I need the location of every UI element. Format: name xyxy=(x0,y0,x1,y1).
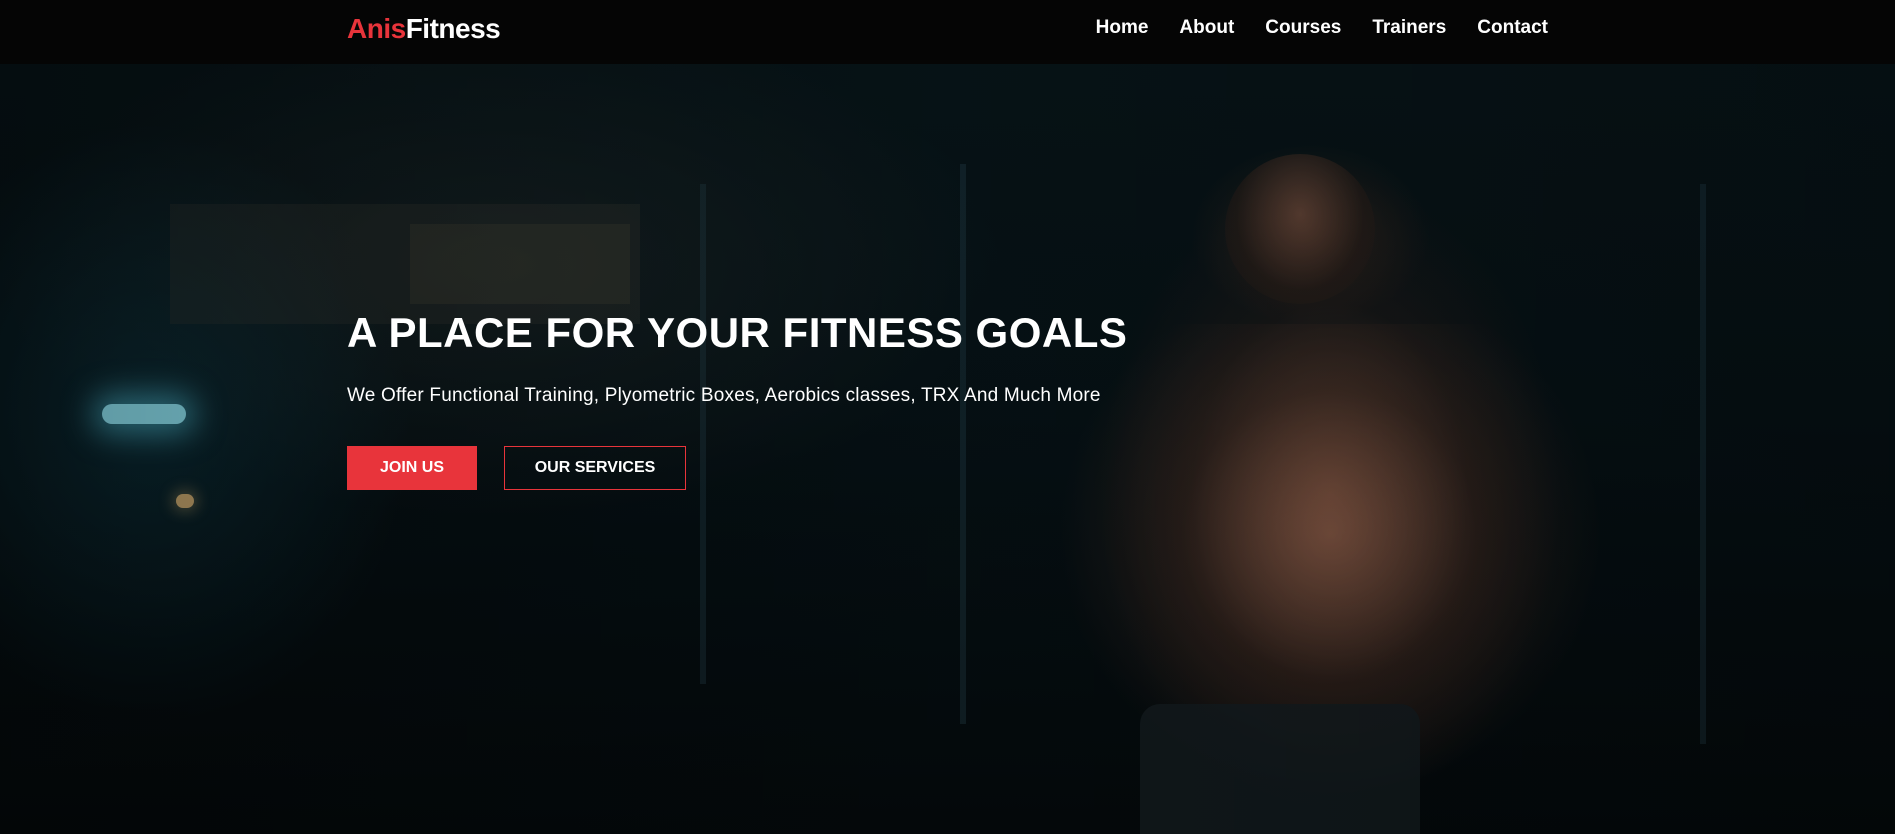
nav-link-contact[interactable]: Contact xyxy=(1477,17,1548,38)
brand-logo-accent: Anis xyxy=(347,13,406,44)
nav-link-about[interactable]: About xyxy=(1179,17,1234,38)
brand-logo[interactable]: AnisFitness xyxy=(347,12,501,46)
hero-title: A PLACE FOR YOUR FITNESS GOALS xyxy=(347,309,1128,356)
nav-link-courses[interactable]: Courses xyxy=(1265,17,1341,38)
nav-links: Home About Courses Trainers Contact xyxy=(1096,16,1548,40)
our-services-button[interactable]: OUR SERVICES xyxy=(504,446,686,490)
navbar: AnisFitness Home About Courses Trainers … xyxy=(0,0,1895,64)
hero-overlay xyxy=(0,64,1895,834)
hero-subtitle: We Offer Functional Training, Plyometric… xyxy=(347,385,1101,406)
nav-link-home[interactable]: Home xyxy=(1096,17,1149,38)
join-us-button[interactable]: JOIN US xyxy=(347,446,477,490)
brand-logo-main: Fitness xyxy=(405,13,501,44)
nav-link-trainers[interactable]: Trainers xyxy=(1372,17,1446,38)
hero-section xyxy=(0,64,1895,834)
